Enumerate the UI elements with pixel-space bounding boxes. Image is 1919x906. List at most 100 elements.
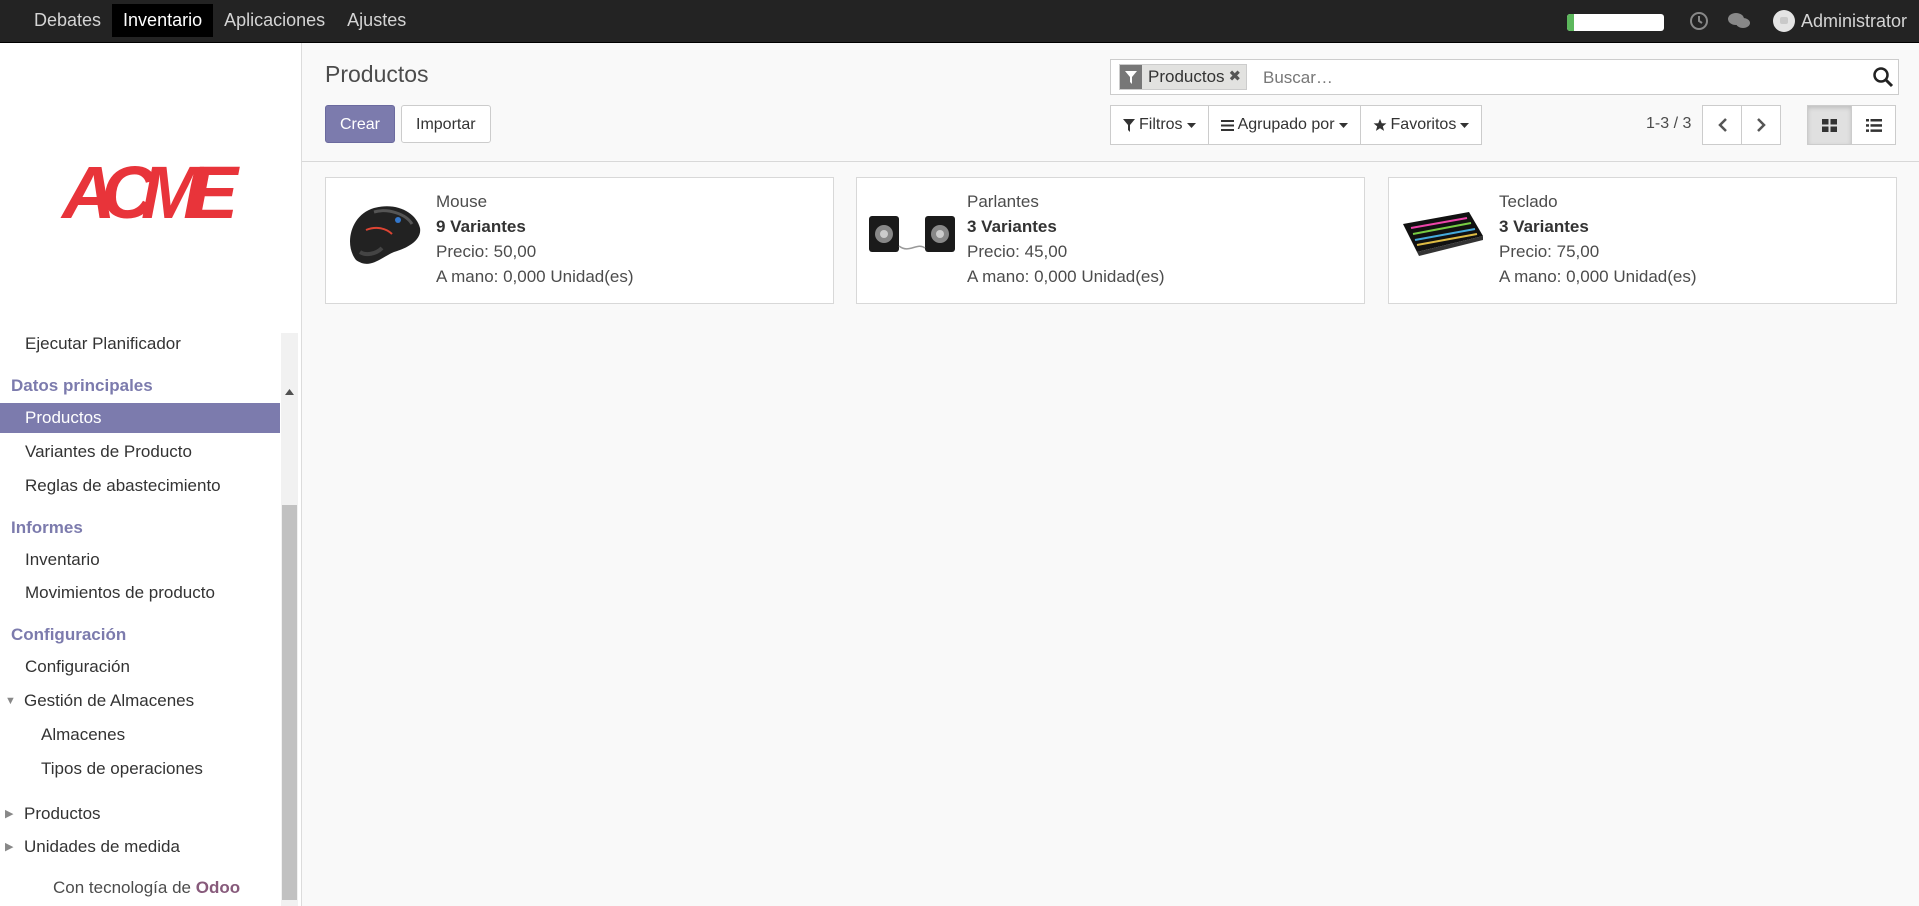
search-icon[interactable] — [1872, 66, 1894, 93]
product-name: Parlantes — [967, 192, 1039, 211]
sidebar-item-units-of-measure[interactable]: ▶ Unidades de medida — [0, 832, 280, 862]
sidebar-scrollbar[interactable] — [281, 333, 298, 906]
chevron-left-icon — [1717, 118, 1727, 132]
create-button[interactable]: Crear — [325, 105, 396, 143]
sidebar-item-warehouse-management[interactable]: ▼ Gestión de Almacenes — [0, 686, 280, 716]
sidebar-item-label: Tipos de operaciones — [41, 759, 203, 778]
search-input[interactable] — [1261, 64, 1845, 92]
facet-label: Productos — [1148, 67, 1225, 86]
product-image-parlantes — [867, 190, 957, 280]
user-menu[interactable]: Administrator — [1773, 0, 1907, 42]
search-options: Filtros Agrupado por Favoritos — [1110, 105, 1483, 145]
svg-text:ACME: ACME — [60, 153, 241, 228]
sidebar-item-label: Movimientos de producto — [25, 583, 215, 602]
progress-fill — [1567, 14, 1574, 31]
sidebar-item-scheduler[interactable]: Ejecutar Planificador — [0, 329, 280, 359]
list-icon — [1865, 118, 1882, 132]
kanban-icon — [1822, 118, 1837, 132]
sidebar-item-configuration[interactable]: Configuración — [0, 652, 280, 682]
caret-down-icon — [1338, 122, 1348, 128]
sidebar-item-label: Unidades de medida — [24, 837, 180, 856]
group-by-button[interactable]: Agrupado por — [1209, 106, 1361, 144]
product-name: Mouse — [436, 192, 488, 211]
product-info: Parlantes 3 Variantes Precio: 45,00 A ma… — [967, 189, 1165, 289]
sidebar-item-product-moves[interactable]: Movimientos de producto — [0, 578, 280, 608]
sidebar-item-product-variants[interactable]: Variantes de Producto — [0, 437, 280, 467]
product-info: Mouse 9 Variantes Precio: 50,00 A mano: … — [436, 189, 634, 289]
product-image-teclado — [1399, 190, 1489, 280]
scrollbar-thumb[interactable] — [282, 505, 297, 900]
favorites-label: Favoritos — [1390, 116, 1457, 133]
sidebar-item-label: Configuración — [25, 657, 130, 676]
product-card-parlantes[interactable]: Parlantes 3 Variantes Precio: 45,00 A ma… — [856, 177, 1365, 304]
product-variants: 3 Variantes — [967, 217, 1057, 236]
sidebar-item-label: Inventario — [25, 550, 100, 569]
caret-down-icon — [1460, 122, 1470, 128]
product-on-hand: A mano: 0,000 Unidad(es) — [1499, 267, 1697, 286]
bars-icon — [1220, 119, 1234, 131]
sidebar-item-inventory-report[interactable]: Inventario — [0, 545, 280, 575]
sidebar-item-label: Reglas de abastecimiento — [25, 476, 221, 495]
product-on-hand: A mano: 0,000 Unidad(es) — [967, 267, 1165, 286]
powered-by-brand[interactable]: Odoo — [196, 878, 240, 897]
product-image-mouse — [336, 190, 426, 280]
product-variants: 9 Variantes — [436, 217, 526, 236]
caret-right-icon: ▶ — [5, 841, 14, 853]
star-icon — [1373, 118, 1386, 131]
sidebar-item-label: Productos — [25, 408, 102, 427]
sidebar: ACME Ejecutar Planificador Datos princip… — [0, 43, 302, 906]
chevron-right-icon — [1756, 118, 1766, 132]
clock-icon[interactable] — [1688, 10, 1710, 37]
top-navbar: Debates Inventario Aplicaciones Ajustes … — [0, 0, 1919, 43]
product-card-mouse[interactable]: Mouse 9 Variantes Precio: 50,00 A mano: … — [325, 177, 834, 304]
sidebar-item-label: Productos — [24, 804, 101, 823]
sidebar-item-label: Almacenes — [41, 725, 126, 744]
kanban-view-button[interactable] — [1807, 105, 1852, 145]
sidebar-item-operation-types[interactable]: Tipos de operaciones — [0, 754, 280, 784]
sidebar-item-label: Ejecutar Planificador — [25, 334, 181, 353]
menu-item-ajustes[interactable]: Ajustes — [336, 4, 417, 37]
company-logo: ACME — [58, 151, 244, 234]
import-button[interactable]: Importar — [401, 105, 491, 143]
powered-by-text: Con tecnología de — [53, 878, 191, 897]
product-price: Precio: 50,00 — [436, 242, 537, 261]
menu-item-inventario[interactable]: Inventario — [112, 4, 214, 37]
app-menu: Debates Inventario Aplicaciones Ajustes — [23, 0, 417, 42]
avatar — [1773, 10, 1795, 32]
sidebar-item-warehouses[interactable]: Almacenes — [0, 720, 280, 750]
search-facet: Productos ✖ — [1119, 64, 1248, 90]
sidebar-item-products[interactable]: Productos — [0, 403, 280, 433]
chat-icon[interactable] — [1727, 10, 1751, 37]
filter-icon — [1123, 118, 1135, 132]
sidebar-item-products-group[interactable]: ▶ Productos — [0, 799, 280, 829]
sidebar-header-configuration: Configuración — [11, 625, 127, 644]
caret-down-icon: ▼ — [5, 695, 16, 707]
menu-item-debates[interactable]: Debates — [23, 4, 112, 37]
pager-next-button[interactable] — [1741, 105, 1781, 145]
remove-facet-icon[interactable]: ✖ — [1229, 64, 1247, 90]
product-variants: 3 Variantes — [1499, 217, 1589, 236]
product-on-hand: A mano: 0,000 Unidad(es) — [436, 267, 634, 286]
caret-right-icon: ▶ — [5, 808, 14, 820]
filters-button[interactable]: Filtros — [1111, 106, 1209, 144]
menu-item-aplicaciones[interactable]: Aplicaciones — [213, 4, 336, 37]
filters-label: Filtros — [1139, 116, 1183, 133]
product-price: Precio: 45,00 — [967, 242, 1068, 261]
powered-by: Con tecnología de Odoo — [53, 878, 240, 898]
sidebar-item-label: Variantes de Producto — [25, 442, 192, 461]
onboarding-progress-bar[interactable] — [1567, 14, 1664, 31]
list-view-button[interactable] — [1851, 105, 1896, 145]
product-card-teclado[interactable]: Teclado 3 Variantes Precio: 75,00 A mano… — [1388, 177, 1897, 304]
sidebar-header-master-data: Datos principales — [11, 376, 153, 395]
pager-previous-button[interactable] — [1702, 105, 1742, 145]
sidebar-header-reports: Informes — [11, 518, 83, 537]
group-by-label: Agrupado por — [1237, 116, 1335, 133]
sidebar-item-label: Gestión de Almacenes — [24, 691, 195, 710]
user-name: Administrator — [1801, 11, 1908, 31]
scroll-up-arrow-icon[interactable] — [285, 380, 294, 400]
sidebar-item-replenishment-rules[interactable]: Reglas de abastecimiento — [0, 471, 280, 501]
product-info: Teclado 3 Variantes Precio: 75,00 A mano… — [1499, 189, 1697, 289]
favorites-button[interactable]: Favoritos — [1361, 106, 1482, 144]
page-title: Productos — [325, 61, 429, 87]
pager-value[interactable]: 1-3 / 3 — [1646, 115, 1691, 133]
